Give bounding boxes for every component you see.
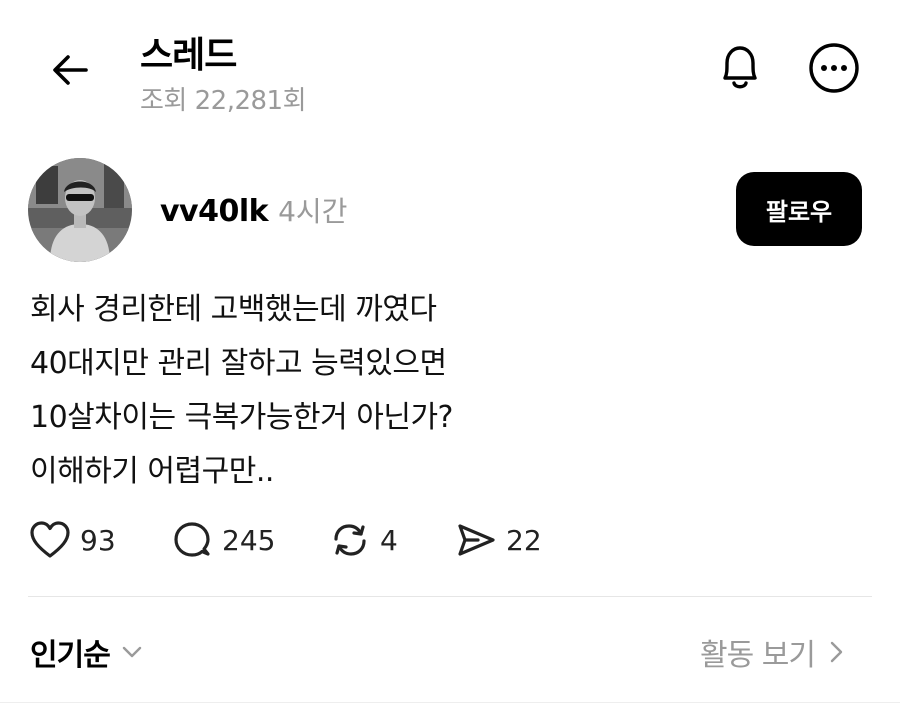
sort-label: 인기순 [30,638,111,673]
post-line: 회사 경리한테 고백했는데 까였다 [30,292,437,327]
post-line: 10살차이는 극복가능한거 아닌가? [30,400,453,435]
sort-dropdown[interactable]: 인기순 [30,630,144,674]
arrow-left-icon [53,55,88,85]
view-activity-link[interactable]: 활동 보기 [700,630,847,674]
more-options-button[interactable] [806,40,862,96]
post-actions: 93 245 4 22 [28,514,728,566]
reply-button[interactable]: 245 [170,514,275,566]
avatar[interactable] [28,158,132,262]
repost-icon [334,524,366,556]
chevron-right-icon [830,641,843,663]
post-line: 이해하기 어렵구만.. [30,454,274,489]
like-count: 93 [80,523,116,557]
reply-count: 245 [222,523,276,557]
post-body: 회사 경리한테 고백했는데 까였다 40대지만 관리 잘하고 능력있으면 10살… [30,283,870,499]
profile-photo [28,158,132,262]
repost-count: 4 [380,523,398,557]
chevron-down-icon [122,646,142,658]
follow-button[interactable]: 팔로우 [736,172,862,246]
post-line: 40대지만 관리 잘하고 능력있으면 [30,346,447,381]
more-horizontal-circle-icon [809,43,859,93]
post-time: 4시간 [278,195,348,228]
heart-icon [30,521,70,558]
top-bar: 스레드 조회 22,281회 [0,0,900,130]
speech-bubble-icon [174,522,210,557]
divider [28,596,872,597]
like-button[interactable]: 93 [28,514,116,566]
repost-button[interactable]: 4 [328,514,398,566]
send-icon [458,524,495,556]
share-button[interactable]: 22 [454,514,542,566]
notification-button[interactable] [712,38,768,98]
activity-label: 활동 보기 [700,638,816,673]
bottom-divider [0,702,900,703]
bell-icon [723,46,757,89]
back-button[interactable] [44,44,96,96]
username[interactable]: vv40lk [160,194,269,229]
view-count: 조회 22,281회 [140,86,307,116]
page-title: 스레드 [140,35,237,76]
share-count: 22 [506,523,542,557]
author-line: vv40lk 4시간 [160,190,347,230]
